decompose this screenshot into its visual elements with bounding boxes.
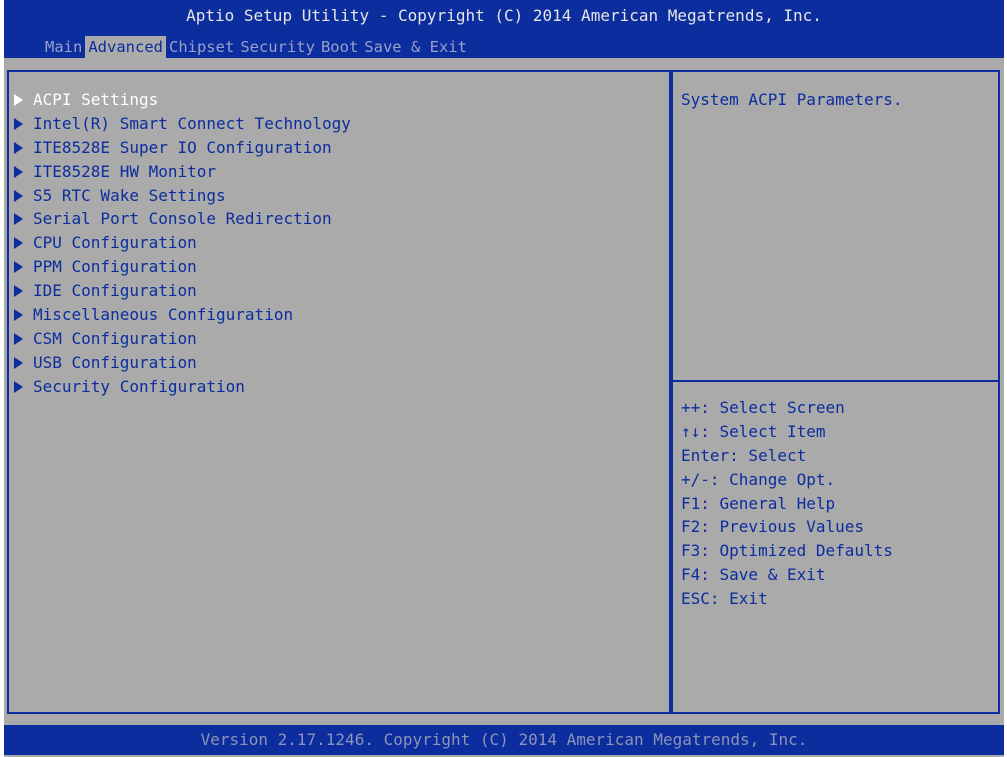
tab-chipset[interactable]: Chipset [166, 36, 237, 58]
submenu-arrow-icon [14, 261, 23, 274]
submenu-arrow-icon [14, 93, 23, 106]
submenu-arrow-icon [14, 380, 23, 393]
submenu-arrow-icon [14, 285, 23, 298]
item-help-text: System ACPI Parameters. [681, 90, 903, 109]
menu-item-label: S5 RTC Wake Settings [33, 185, 226, 205]
menu-item-acpi-settings[interactable]: ACPI Settings [13, 88, 351, 112]
menu-item-serial-console[interactable]: Serial Port Console Redirection [13, 207, 351, 231]
menu-item-label: ITE8528E HW Monitor [33, 161, 217, 181]
key-hint-previous-values: F2: Previous Values [681, 517, 865, 537]
key-hint-select-screen: ++: Select Screen [681, 398, 845, 417]
key-legend: ++: Select Screen ↑↓: Select Item Enter:… [681, 396, 893, 611]
settings-panel: ACPI Settings Intel(R) Smart Connect Tec… [7, 70, 671, 714]
submenu-arrow-icon [14, 141, 23, 154]
menu-item-label: ACPI Settings [33, 90, 159, 109]
menu-item-ide-configuration[interactable]: IDE Configuration [13, 279, 351, 303]
tab-main[interactable]: Main [42, 36, 85, 58]
tab-advanced[interactable]: Advanced [85, 36, 166, 58]
menu-item-hw-monitor[interactable]: ITE8528E HW Monitor [13, 160, 351, 184]
menu-item-usb-configuration[interactable]: USB Configuration [13, 351, 351, 375]
key-hint-select-item: ↑↓: Select Item [681, 421, 826, 441]
key-hint-escape-exit: ESC: Exit [681, 589, 768, 609]
menu-item-label: Serial Port Console Redirection [33, 209, 332, 229]
key-hint-save-exit: F4: Save & Exit [681, 565, 826, 585]
menu-item-label: Miscellaneous Configuration [33, 305, 294, 325]
menu-item-label: Security Configuration [33, 376, 245, 396]
submenu-arrow-icon [14, 165, 23, 178]
help-divider [673, 380, 998, 382]
submenu-arrow-icon [14, 356, 23, 369]
menu-item-label: CPU Configuration [33, 233, 197, 253]
key-hint-enter-select: Enter: Select [681, 445, 807, 465]
menu-item-super-io[interactable]: ITE8528E Super IO Configuration [13, 136, 351, 160]
tab-security[interactable]: Security [237, 36, 318, 58]
menu-item-label: Intel(R) Smart Connect Technology [33, 113, 351, 133]
utility-title: Aptio Setup Utility - Copyright (C) 2014… [186, 6, 822, 25]
submenu-arrow-icon [14, 308, 23, 321]
help-panel: System ACPI Parameters. ++: Select Scree… [671, 70, 1000, 714]
menu-item-smart-connect[interactable]: Intel(R) Smart Connect Technology [13, 112, 351, 136]
menu-item-security-configuration[interactable]: Security Configuration [13, 375, 351, 399]
tab-bar: Main Advanced Chipset Security Boot Save… [42, 36, 470, 58]
submenu-arrow-icon [14, 189, 23, 202]
tab-boot[interactable]: Boot [318, 36, 361, 58]
advanced-menu-list: ACPI Settings Intel(R) Smart Connect Tec… [13, 88, 351, 399]
menu-item-label: CSM Configuration [33, 328, 197, 348]
menu-item-label: ITE8528E Super IO Configuration [33, 137, 332, 157]
key-hint-general-help: F1: General Help [681, 493, 836, 513]
key-hint-optimized-defaults: F3: Optimized Defaults [681, 541, 893, 561]
menu-item-csm-configuration[interactable]: CSM Configuration [13, 327, 351, 351]
menu-item-label: PPM Configuration [33, 257, 197, 277]
tab-save-exit[interactable]: Save & Exit [361, 36, 470, 58]
menu-item-ppm-configuration[interactable]: PPM Configuration [13, 255, 351, 279]
submenu-arrow-icon [14, 213, 23, 226]
submenu-arrow-icon [14, 237, 23, 250]
submenu-arrow-icon [14, 117, 23, 130]
key-hint-change-option: +/-: Change Opt. [681, 469, 836, 489]
version-footer: Version 2.17.1246. Copyright (C) 2014 Am… [4, 725, 1004, 755]
menu-item-label: USB Configuration [33, 352, 197, 372]
menu-item-rtc-wake[interactable]: S5 RTC Wake Settings [13, 184, 351, 208]
bios-setup-screen: Aptio Setup Utility - Copyright (C) 2014… [4, 0, 1004, 757]
submenu-arrow-icon [14, 332, 23, 345]
title-bar: Aptio Setup Utility - Copyright (C) 2014… [4, 0, 1004, 58]
menu-item-label: IDE Configuration [33, 281, 197, 301]
menu-item-cpu-configuration[interactable]: CPU Configuration [13, 231, 351, 255]
menu-item-miscellaneous[interactable]: Miscellaneous Configuration [13, 303, 351, 327]
